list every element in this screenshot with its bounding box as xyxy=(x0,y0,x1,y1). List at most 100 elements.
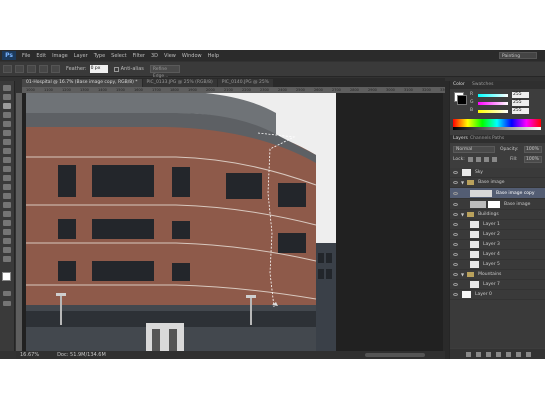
fill-input[interactable]: 100% xyxy=(524,156,542,163)
document-canvas[interactable] xyxy=(26,93,336,351)
fx-icon[interactable] xyxy=(475,351,481,357)
lock-transparent-icon[interactable] xyxy=(468,157,473,162)
opacity-input[interactable]: 100% xyxy=(524,146,542,153)
menu-file[interactable]: File xyxy=(22,53,30,59)
visibility-eye-icon[interactable] xyxy=(453,243,458,246)
layer-row-layer-0[interactable]: Layer 0 xyxy=(450,290,545,300)
add-mask-icon[interactable] xyxy=(485,351,491,357)
menu-view[interactable]: View xyxy=(164,53,176,59)
color-bg-swatch[interactable] xyxy=(457,95,467,105)
quick-select-tool-icon[interactable] xyxy=(3,112,11,118)
screen-mode-icon[interactable] xyxy=(3,301,11,306)
antialias-checkbox[interactable] xyxy=(113,66,119,72)
hand-tool-icon[interactable] xyxy=(3,247,11,253)
visibility-eye-icon[interactable] xyxy=(453,181,458,184)
red-value[interactable]: 255 xyxy=(512,92,529,98)
subtract-selection-icon[interactable] xyxy=(39,65,48,73)
green-value[interactable]: 255 xyxy=(512,100,529,106)
layer-row-base-image[interactable]: Base image xyxy=(450,199,545,210)
visibility-eye-icon[interactable] xyxy=(453,263,458,266)
lasso-tool-icon[interactable] xyxy=(3,103,11,109)
new-group-icon[interactable] xyxy=(505,351,511,357)
menu-window[interactable]: Window xyxy=(182,53,202,59)
new-layer-icon[interactable] xyxy=(515,351,521,357)
menu-3d[interactable]: 3D xyxy=(151,53,158,59)
eraser-tool-icon[interactable] xyxy=(3,175,11,181)
crop-tool-icon[interactable] xyxy=(3,121,11,127)
layer-row-layer-3[interactable]: Layer 3 xyxy=(450,240,545,250)
grayscale-ramp[interactable] xyxy=(453,127,541,130)
zoom-tool-icon[interactable] xyxy=(3,256,11,262)
tab-channels[interactable]: Channels xyxy=(470,136,491,141)
horizontal-scrollbar[interactable] xyxy=(365,353,425,357)
visibility-eye-icon[interactable] xyxy=(453,223,458,226)
tab-layers[interactable]: Layers xyxy=(453,136,468,141)
lock-pixels-icon[interactable] xyxy=(476,157,481,162)
canvas-pasteboard[interactable] xyxy=(22,93,443,351)
visibility-eye-icon[interactable] xyxy=(453,213,458,216)
blue-slider[interactable] xyxy=(478,110,508,113)
shape-tool-icon[interactable] xyxy=(3,238,11,244)
layer-row-buildings-group[interactable]: ▼ Buildings xyxy=(450,210,545,220)
layer-row-layer-5[interactable]: Layer 5 xyxy=(450,260,545,270)
intersect-selection-icon[interactable] xyxy=(51,65,60,73)
green-slider[interactable] xyxy=(478,102,508,105)
menu-help[interactable]: Help xyxy=(208,53,219,59)
new-selection-icon[interactable] xyxy=(15,65,24,73)
layer-row-base-image-group[interactable]: ▼ Base image xyxy=(450,178,545,188)
visibility-eye-icon[interactable] xyxy=(453,273,458,276)
disclosure-triangle-icon[interactable]: ▼ xyxy=(461,180,464,185)
tab-color[interactable]: Color xyxy=(453,82,465,87)
trash-icon[interactable] xyxy=(525,351,531,357)
visibility-eye-icon[interactable] xyxy=(453,253,458,256)
type-tool-icon[interactable] xyxy=(3,220,11,226)
path-selection-tool-icon[interactable] xyxy=(3,229,11,235)
dodge-tool-icon[interactable] xyxy=(3,202,11,208)
adjustment-layer-icon[interactable] xyxy=(495,351,501,357)
layer-row-layer-4[interactable]: Layer 4 xyxy=(450,250,545,260)
brush-tool-icon[interactable] xyxy=(3,148,11,154)
clone-stamp-tool-icon[interactable] xyxy=(3,157,11,163)
feather-input[interactable]: 0 px xyxy=(89,65,108,73)
layer-row-sky[interactable]: Sky xyxy=(450,168,545,178)
healing-brush-tool-icon[interactable] xyxy=(3,139,11,145)
menu-filter[interactable]: Filter xyxy=(133,53,145,59)
quick-mask-icon[interactable] xyxy=(3,291,11,296)
menu-layer[interactable]: Layer xyxy=(74,53,88,59)
blur-tool-icon[interactable] xyxy=(3,193,11,199)
zoom-readout[interactable]: 16.67% xyxy=(20,352,39,358)
eyedropper-tool-icon[interactable] xyxy=(3,130,11,136)
layer-row-layer-1[interactable]: Layer 1 xyxy=(450,220,545,230)
visibility-eye-icon[interactable] xyxy=(453,233,458,236)
refine-edge-button[interactable]: Refine Edge... xyxy=(149,65,180,79)
lock-position-icon[interactable] xyxy=(484,157,489,162)
visibility-eye-icon[interactable] xyxy=(453,283,458,286)
menu-select[interactable]: Select xyxy=(111,53,126,59)
disclosure-triangle-icon[interactable]: ▼ xyxy=(461,272,464,277)
tab-pic-0133[interactable]: PIC_0133.JPG @ 25% (RGB/8) xyxy=(142,79,217,87)
move-tool-icon[interactable] xyxy=(3,85,11,91)
marquee-tool-icon[interactable] xyxy=(3,94,11,100)
workspace-select[interactable]: Painting xyxy=(499,52,537,59)
lock-all-icon[interactable] xyxy=(492,157,497,162)
menu-type[interactable]: Type xyxy=(94,53,105,59)
add-selection-icon[interactable] xyxy=(27,65,36,73)
blue-value[interactable]: 255 xyxy=(512,108,529,114)
layer-row-mountains-group[interactable]: ▼ Mountains xyxy=(450,270,545,280)
visibility-eye-icon[interactable] xyxy=(453,171,458,174)
color-spectrum[interactable] xyxy=(453,119,541,127)
blend-mode-select[interactable]: Normal xyxy=(453,146,495,153)
layer-row-layer-7[interactable]: Layer 7 xyxy=(450,280,545,290)
history-brush-tool-icon[interactable] xyxy=(3,166,11,172)
visibility-eye-icon[interactable] xyxy=(453,191,458,195)
disclosure-triangle-icon[interactable]: ▼ xyxy=(461,212,464,217)
red-slider[interactable] xyxy=(478,94,508,97)
layer-row-base-image-copy[interactable]: Base image copy xyxy=(450,188,545,199)
foreground-color-swatch[interactable] xyxy=(2,272,11,281)
link-layers-icon[interactable] xyxy=(465,351,471,357)
layer-row-layer-2[interactable]: Layer 2 xyxy=(450,230,545,240)
tab-pic-0140[interactable]: PIC_0140.JPG @ 25% xyxy=(217,79,273,87)
menu-edit[interactable]: Edit xyxy=(36,53,46,59)
visibility-eye-icon[interactable] xyxy=(453,202,458,206)
menu-image[interactable]: Image xyxy=(52,53,68,59)
